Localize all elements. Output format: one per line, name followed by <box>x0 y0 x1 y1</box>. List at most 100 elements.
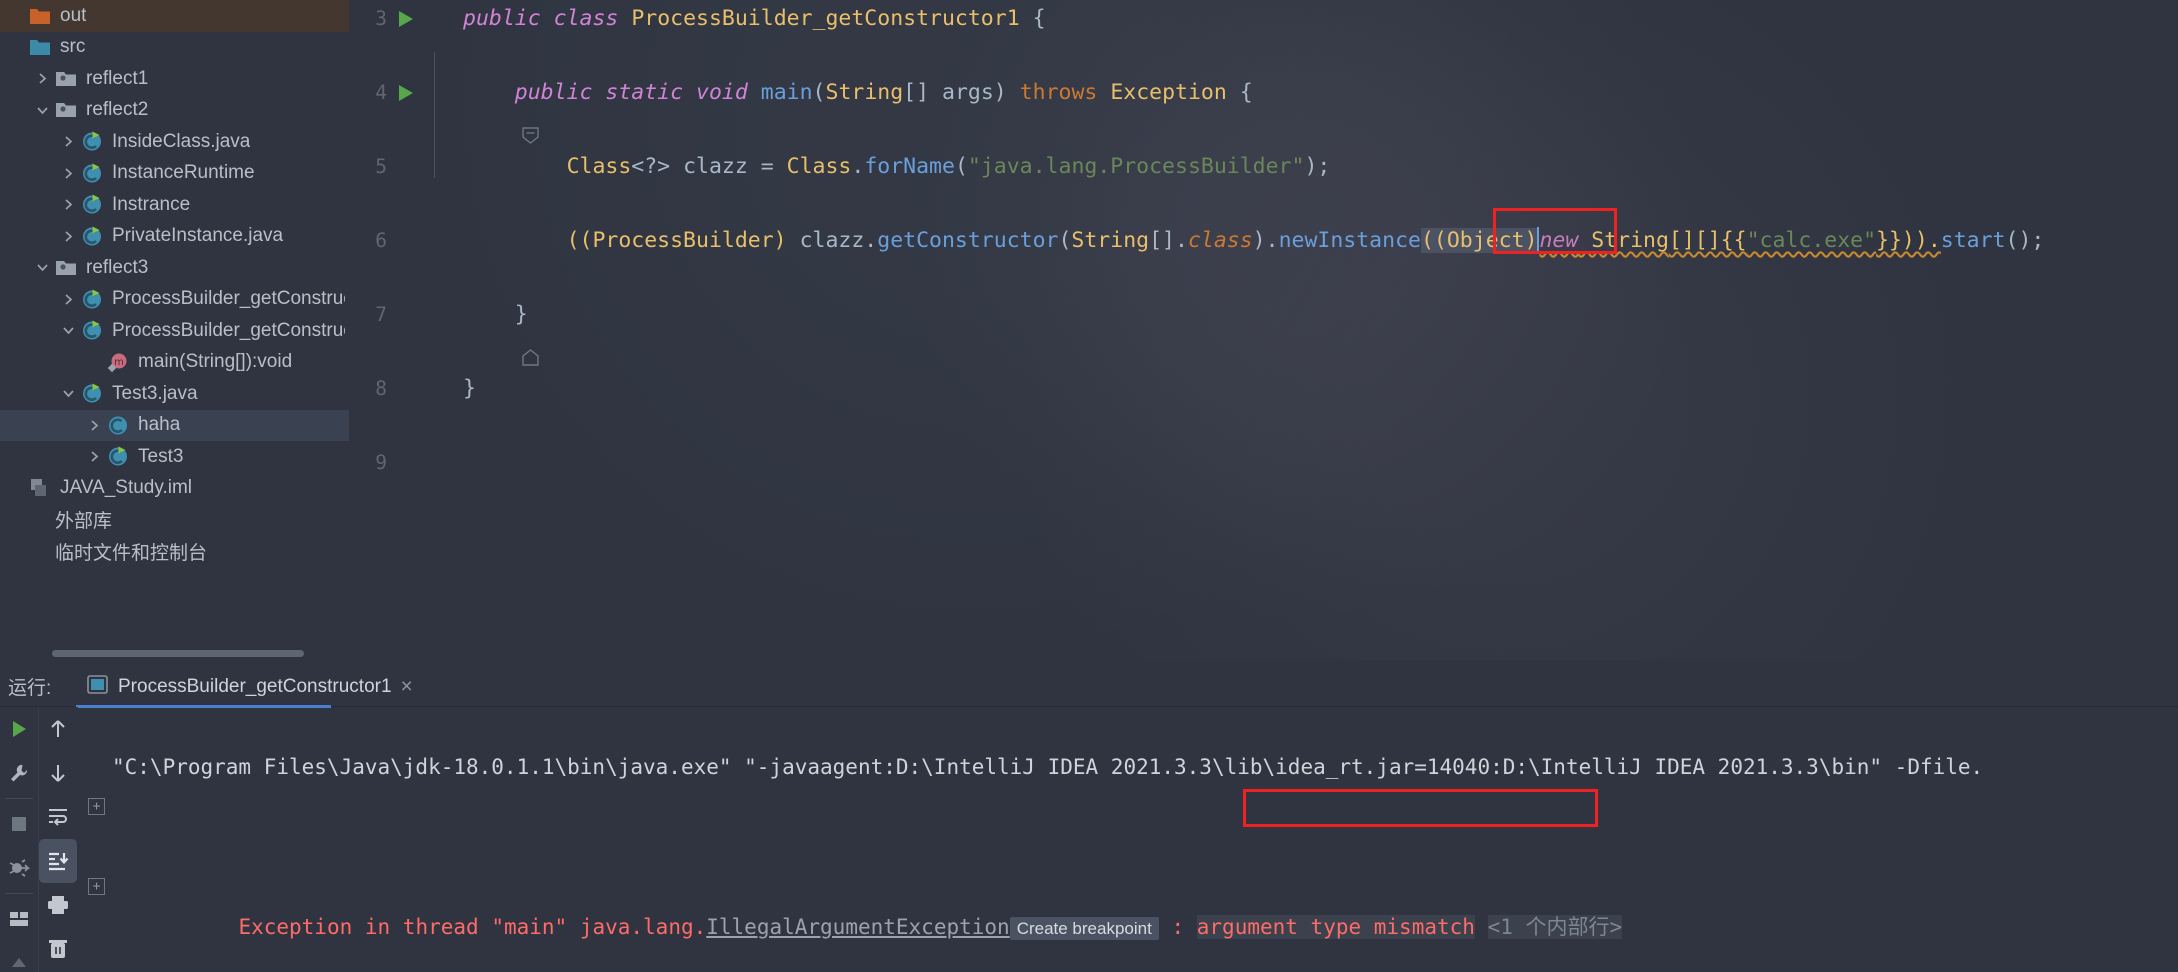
token-var: clazz <box>799 228 865 253</box>
chevron-down-icon[interactable] <box>57 320 79 342</box>
project-tree-panel[interactable]: out src reflect1 reflect2 InsideClass.java In… <box>0 0 349 660</box>
up-arrow-icon[interactable] <box>39 707 77 751</box>
run-gutter-icon[interactable] <box>399 85 413 101</box>
no-icon-spacer <box>22 507 48 533</box>
tree-item-instanceruntime[interactable]: InstanceRuntime <box>0 158 349 190</box>
expand-icon[interactable]: + <box>88 878 105 895</box>
chevron-right-icon[interactable] <box>31 68 53 90</box>
chevron-down-icon[interactable] <box>57 383 79 405</box>
chevron-right-icon[interactable] <box>83 446 105 468</box>
token-array: [][]{{ <box>1668 228 1747 253</box>
chevron-right-icon[interactable] <box>83 414 105 436</box>
code-line-3[interactable]: 3 public class ProcessBuilder_getConstru… <box>349 0 2178 37</box>
chevron-down-icon[interactable] <box>31 257 53 279</box>
fold-collapse-icon[interactable] <box>417 83 539 144</box>
token-paren: ) <box>993 80 1007 105</box>
tree-item-test3-java[interactable]: Test3.java <box>0 378 349 410</box>
tree-item-label: JAVA_Study.iml <box>60 477 192 499</box>
tree-item-haha[interactable]: haha <box>0 409 349 441</box>
tree-item-java-study-iml[interactable]: JAVA_Study.iml <box>0 473 349 505</box>
tree-item-main-string-void[interactable]: m main(String[]):void <box>0 347 349 379</box>
close-icon[interactable]: × <box>401 676 413 697</box>
token-static: static <box>605 80 684 105</box>
no-chevron-spacer <box>0 540 22 562</box>
line-number: 8 <box>375 377 387 400</box>
code-line-5[interactable]: 5 Class<?> clazz = Class.forName("java.l… <box>349 148 2178 185</box>
iml-file-icon <box>27 475 53 501</box>
sidebar-horizontal-scrollbar[interactable] <box>52 650 304 657</box>
java-class-run-icon <box>79 160 105 186</box>
run-gutter-icon[interactable] <box>399 11 413 27</box>
token-method: getConstructor <box>877 228 1059 253</box>
rerun-failed-icon[interactable] <box>0 846 38 890</box>
chevron-right-icon[interactable] <box>57 131 79 153</box>
token-type: Class <box>786 154 852 179</box>
tree-item-reflect1[interactable]: reflect1 <box>0 63 349 95</box>
token-brace: } <box>463 376 476 401</box>
token-type: String <box>1578 228 1669 253</box>
stop-icon[interactable] <box>0 802 38 846</box>
tree-item-label: InsideClass.java <box>112 130 251 152</box>
tree-item-[interactable]: 外部库 <box>0 504 349 536</box>
console-output[interactable]: "C:\Program Files\Java\jdk-18.0.1.1\bin\… <box>78 707 2178 972</box>
rerun-icon[interactable] <box>0 707 38 751</box>
code-text: ((ProcessBuilder) clazz.getConstructor(S… <box>463 222 2044 259</box>
thread-name: "main" <box>491 915 568 939</box>
folded-frames-badge[interactable]: <1 个内部行> <box>1487 915 1623 939</box>
token-paren: ( <box>812 80 826 105</box>
fold-end-icon[interactable] <box>417 305 539 366</box>
expand-icon[interactable]: + <box>88 798 105 815</box>
tree-item-privateinstance-java[interactable]: PrivateInstance.java <box>0 221 349 253</box>
console-toolbar-left <box>0 707 38 972</box>
code-line-4[interactable]: 4 public static void main(String[] args)… <box>349 74 2178 144</box>
code-editor[interactable]: 3 public class ProcessBuilder_getConstru… <box>349 0 2178 660</box>
token-paren: ); <box>1304 154 1331 179</box>
tree-item-reflect2[interactable]: reflect2 <box>0 95 349 127</box>
soft-wrap-icon[interactable] <box>39 795 77 839</box>
method-icon: m <box>105 349 131 375</box>
code-text: Class<?> clazz = Class.forName("java.lan… <box>463 148 1331 185</box>
no-chevron-spacer <box>83 351 105 373</box>
code-line-8[interactable]: 8 } <box>349 370 2178 407</box>
chevron-right-icon[interactable] <box>57 194 79 216</box>
print-icon[interactable] <box>39 883 77 927</box>
token-object-cast-selected[interactable]: ((Object) <box>1420 228 1538 253</box>
tree-item-label: InstanceRuntime <box>112 162 255 184</box>
chevron-right-icon[interactable] <box>57 288 79 310</box>
tree-item-instrance[interactable]: Instrance <box>0 189 349 221</box>
tree-item-src[interactable]: src <box>0 32 349 64</box>
token-new: new <box>1539 228 1579 253</box>
exception-class-link[interactable]: IllegalArgumentException <box>706 915 1009 939</box>
tree-item-reflect3[interactable]: reflect3 <box>0 252 349 284</box>
tree-item-insideclass-java[interactable]: InsideClass.java <box>0 126 349 158</box>
tree-item-processbuilder-getconstructor2[interactable]: ProcessBuilder_getConstructor2 <box>0 315 349 347</box>
run-configuration-tab[interactable]: ProcessBuilder_getConstructor1 × <box>76 666 423 707</box>
settings-icon[interactable] <box>0 751 38 795</box>
scroll-to-end-icon[interactable] <box>39 839 77 883</box>
token-method: newInstance <box>1278 228 1421 253</box>
code-line-6[interactable]: 6 ((ProcessBuilder) clazz.getConstructor… <box>349 208 2178 259</box>
tree-item-label: reflect3 <box>86 256 149 278</box>
token-method: start <box>1940 228 2006 253</box>
tree-item-[interactable]: 临时文件和控制台 <box>0 536 349 568</box>
no-chevron-spacer <box>5 5 27 27</box>
layout-icon[interactable] <box>0 897 38 941</box>
chevron-right-icon[interactable] <box>57 225 79 247</box>
code-line-9[interactable]: 9 <box>349 444 2178 481</box>
tree-item-test3[interactable]: Test3 <box>0 441 349 473</box>
code-line-7[interactable]: 7 } <box>349 296 2178 366</box>
line-number: 9 <box>375 451 387 474</box>
chevron-right-icon[interactable] <box>57 162 79 184</box>
tree-item-processbuilder-getconstructor1[interactable]: ProcessBuilder_getConstructor1 <box>0 284 349 316</box>
create-breakpoint-chip[interactable]: Create breakpoint <box>1009 917 1159 940</box>
exception-prefix: Exception in thread <box>238 915 492 939</box>
scroll-up-icon[interactable] <box>0 941 38 972</box>
clear-all-icon[interactable] <box>39 927 77 971</box>
code-text: } <box>463 296 528 333</box>
token-brace: } <box>514 302 528 327</box>
tree-item-out[interactable]: out <box>0 0 349 32</box>
package-icon <box>53 97 79 123</box>
command-text: "C:\Program Files\Java\jdk-18.0.1.1\bin\… <box>112 755 1984 779</box>
down-arrow-icon[interactable] <box>39 751 77 795</box>
chevron-down-icon[interactable] <box>31 99 53 121</box>
